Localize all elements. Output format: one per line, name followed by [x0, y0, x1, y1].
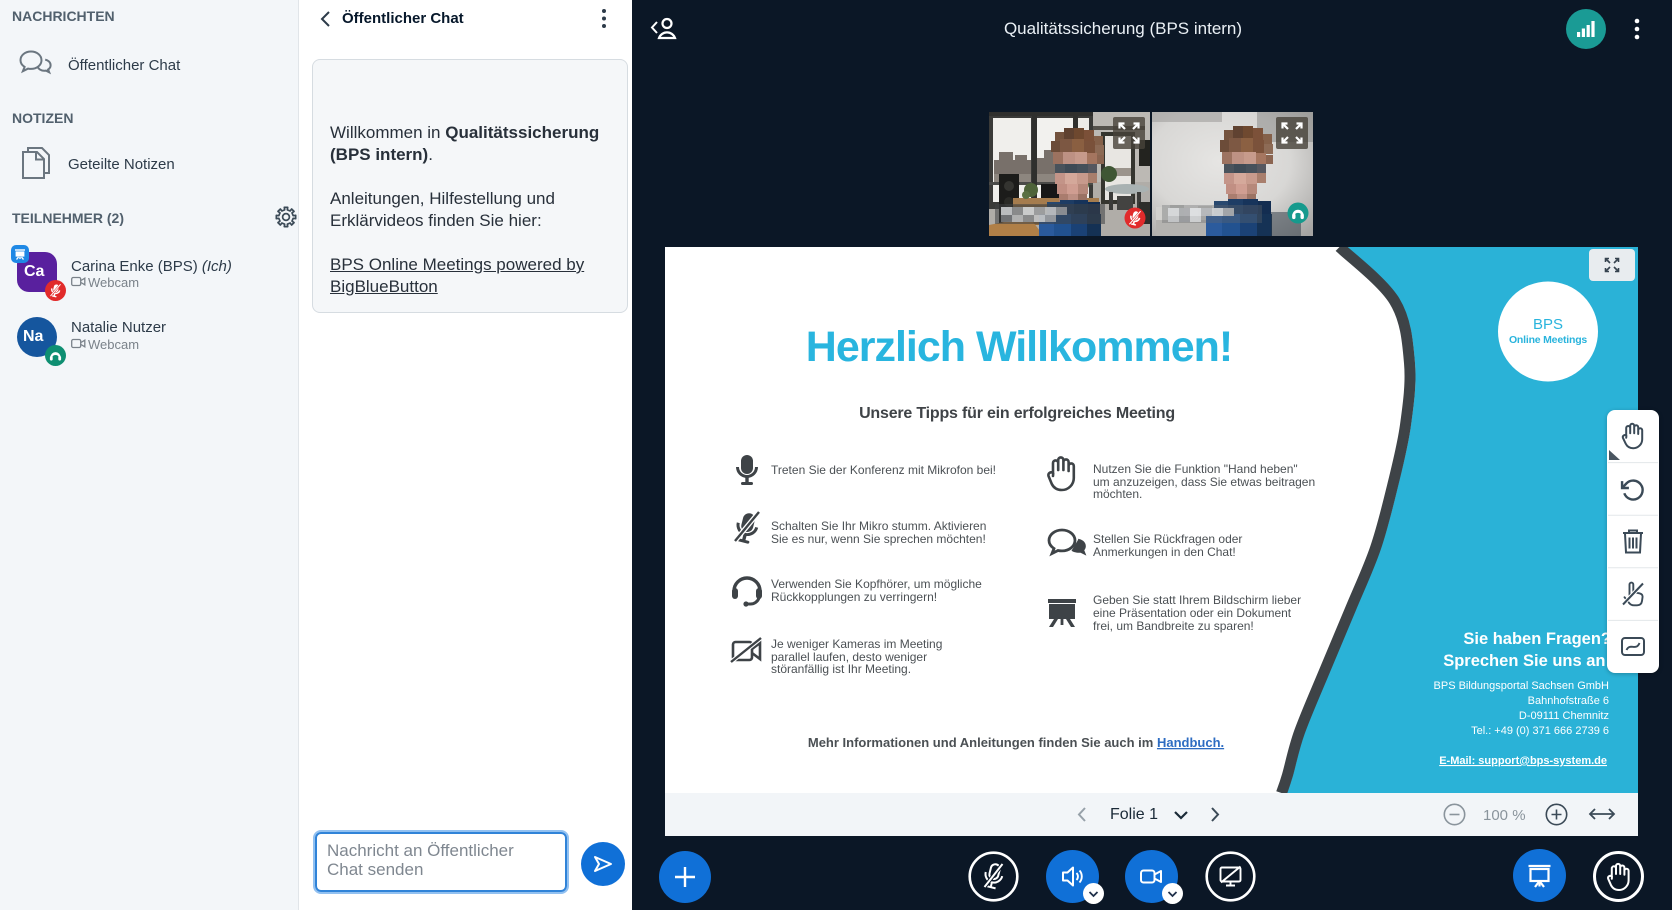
svg-text:Tel.: +49 (0) 371 666 2739 6: Tel.: +49 (0) 371 666 2739 6 [1471, 725, 1609, 737]
svg-text:Treten Sie der Konferenz mit M: Treten Sie der Konferenz mit Mikrofon be… [771, 463, 996, 477]
svg-text:Stellen Sie Rückfragen oder: Stellen Sie Rückfragen oder [1093, 532, 1242, 546]
svg-text:Verwenden Sie Kopfhörer, um mö: Verwenden Sie Kopfhörer, um mögliche [771, 577, 982, 591]
svg-text:Sie haben Fragen?: Sie haben Fragen? [1463, 630, 1611, 648]
svg-text:frei, um Bandbreite zu sparen!: frei, um Bandbreite zu sparen! [1093, 619, 1254, 633]
svg-text:D-09111 Chemnitz: D-09111 Chemnitz [1519, 710, 1609, 722]
svg-text:Geben Sie statt Ihrem Bildschi: Geben Sie statt Ihrem Bildschirm lieber [1093, 593, 1301, 607]
svg-text:störanfällig ist Ihr Meeting.: störanfällig ist Ihr Meeting. [771, 662, 911, 676]
svg-text:BPS: BPS [1533, 316, 1563, 333]
svg-text:Schalten Sie Ihr Mikro stumm.: Schalten Sie Ihr Mikro stumm. Aktivieren [771, 519, 986, 533]
svg-text:Anmerkungen in den Chat!: Anmerkungen in den Chat! [1093, 545, 1236, 559]
svg-text:Herzlich Willkommen!: Herzlich Willkommen! [806, 323, 1232, 371]
svg-text:Unsere Tipps für ein erfolgrei: Unsere Tipps für ein erfolgreiches Meeti… [859, 405, 1175, 422]
svg-text:Sie es nur, wenn Sie sprechen: Sie es nur, wenn Sie sprechen möchten! [771, 532, 986, 546]
svg-text:Bahnhofstraße 6: Bahnhofstraße 6 [1528, 695, 1609, 707]
svg-text:Je weniger Kameras im Meeting: Je weniger Kameras im Meeting [771, 637, 942, 651]
svg-text:eine Präsentation oder ein Dok: eine Präsentation oder ein Dokument [1093, 606, 1292, 620]
svg-text:Sprechen Sie uns an!: Sprechen Sie uns an! [1443, 652, 1611, 670]
svg-text:möchten.: möchten. [1093, 487, 1142, 501]
svg-text:Nutzen Sie die Funktion "Hand: Nutzen Sie die Funktion "Hand heben" [1093, 462, 1298, 476]
svg-text:Rückkopplungen zu verringern!: Rückkopplungen zu verringern! [771, 590, 937, 604]
svg-text:E-Mail: support@bps-system.de: E-Mail: support@bps-system.de [1439, 755, 1607, 767]
svg-text:Mehr Informationen und Anleitu: Mehr Informationen und Anleitungen finde… [808, 735, 1224, 750]
svg-text:Online Meetings: Online Meetings [1509, 334, 1587, 346]
svg-text:BPS Bildungsportal Sachsen Gmb: BPS Bildungsportal Sachsen GmbH [1434, 680, 1610, 692]
